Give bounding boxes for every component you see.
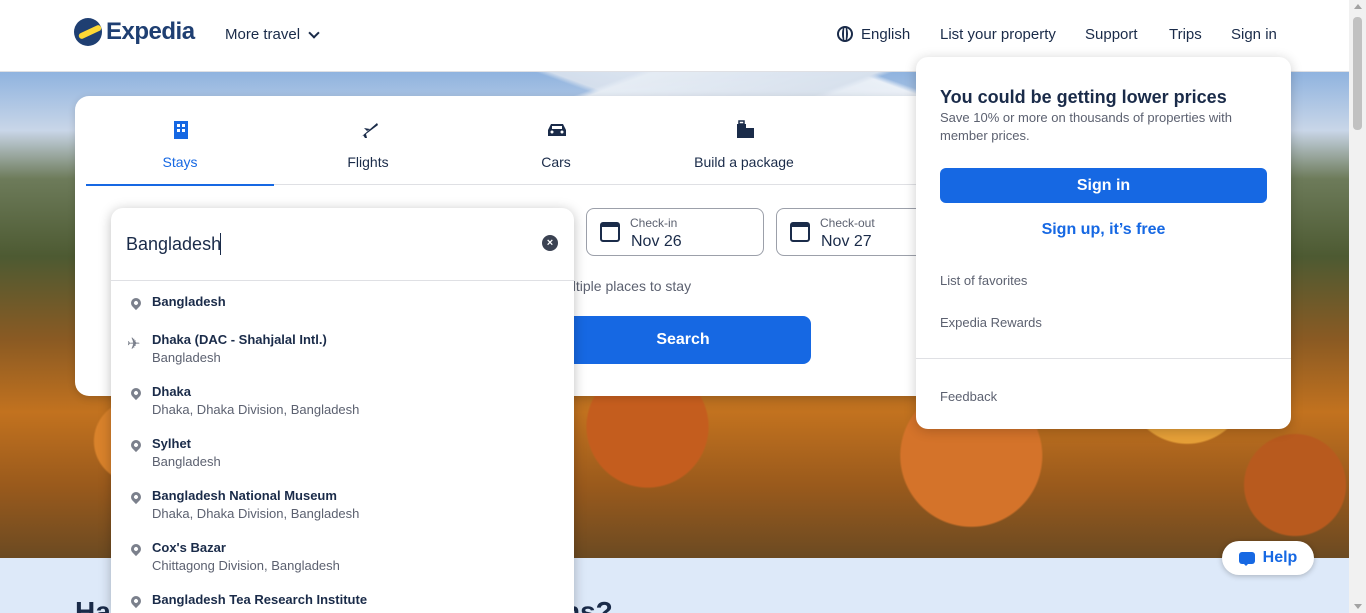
sign-up-link[interactable]: Sign up, it’s free (916, 221, 1291, 239)
popover-subtitle: Save 10% or more on thousands of propert… (940, 110, 1232, 143)
suggestion-item[interactable]: Sylhet Bangladesh (111, 436, 574, 484)
more-travel-label: More travel (225, 26, 301, 43)
page-scrollbar[interactable] (1349, 0, 1366, 613)
tab-build-package[interactable]: Build a package (650, 96, 838, 185)
destination-autocomplete: × Bangladesh ✈ Dhaka (DAC - Shahjalal In… (111, 208, 574, 613)
multiple-places-link[interactable]: ultiple places to stay (565, 278, 691, 294)
clear-input-icon[interactable]: × (542, 235, 558, 251)
location-pin-icon (128, 593, 144, 609)
car-icon (548, 124, 566, 136)
location-pin-icon (128, 385, 144, 401)
search-button[interactable]: Search (555, 316, 811, 364)
list-property-link[interactable]: List your property (940, 26, 1056, 43)
airplane-icon (361, 123, 378, 138)
language-selector[interactable]: English (837, 26, 910, 43)
expedia-logo-icon (74, 18, 102, 46)
suggestion-item[interactable]: Cox's Bazar Chittagong Division, Banglad… (111, 540, 574, 588)
logo-text: Expedia (106, 18, 195, 45)
sign-in-popover: You could be getting lower prices Save 1… (916, 57, 1291, 429)
scroll-up-icon[interactable] (1354, 4, 1362, 9)
section-heading-left: Ha (75, 596, 111, 613)
favorites-link[interactable]: List of favorites (940, 273, 1027, 288)
package-icon (737, 120, 754, 138)
feedback-link[interactable]: Feedback (940, 389, 997, 404)
building-icon (174, 121, 188, 139)
airplane-icon: ✈ (127, 336, 141, 353)
destination-input-wrap: × (111, 208, 574, 281)
tab-flights[interactable]: Flights (274, 96, 462, 185)
scroll-down-icon[interactable] (1354, 604, 1362, 609)
expedia-logo[interactable]: Expedia (74, 18, 195, 46)
location-pin-icon (128, 437, 144, 453)
more-travel-menu[interactable]: More travel (225, 26, 320, 43)
scroll-thumb[interactable] (1353, 17, 1362, 130)
support-link[interactable]: Support (1085, 26, 1138, 43)
suggestion-item[interactable]: Bangladesh National Museum Dhaka, Dhaka … (111, 488, 574, 536)
rewards-link[interactable]: Expedia Rewards (940, 315, 1042, 330)
location-pin-icon (128, 541, 144, 557)
destination-input[interactable] (126, 232, 526, 256)
popover-title: You could be getting lower prices (940, 87, 1227, 107)
tab-stays[interactable]: Stays (86, 96, 274, 186)
suggestion-item[interactable]: ✈ Dhaka (DAC - Shahjalal Intl.) Banglade… (111, 332, 574, 380)
sign-in-link[interactable]: Sign in (1231, 26, 1277, 43)
divider (916, 358, 1291, 359)
location-pin-icon (128, 489, 144, 505)
location-pin-icon (128, 295, 144, 311)
help-button[interactable]: Help (1222, 541, 1314, 575)
text-cursor (220, 233, 221, 255)
trips-link[interactable]: Trips (1169, 26, 1202, 43)
suggestion-item[interactable]: Dhaka Dhaka, Dhaka Division, Bangladesh (111, 384, 574, 432)
chat-icon (1238, 552, 1255, 566)
chevron-down-icon (308, 26, 320, 39)
suggestion-item[interactable]: Bangladesh Tea Research Institute (111, 592, 574, 613)
language-label: English (861, 26, 911, 43)
calendar-icon (600, 222, 620, 242)
popover-sign-in-button[interactable]: Sign in (940, 168, 1267, 203)
check-in-field[interactable]: Check-in Nov 26 (586, 208, 764, 256)
calendar-icon (790, 222, 810, 242)
tab-cars[interactable]: Cars (462, 96, 650, 185)
globe-icon (837, 26, 853, 42)
